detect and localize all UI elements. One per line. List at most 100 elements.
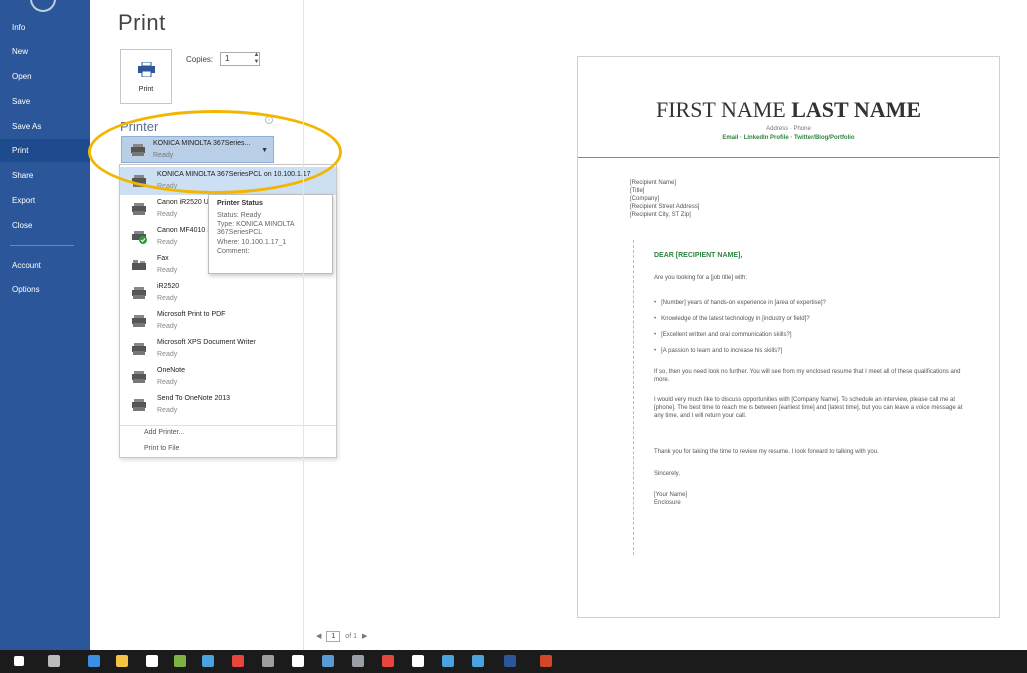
mail-icon[interactable] xyxy=(292,655,304,667)
back-arrow-icon[interactable] xyxy=(30,0,56,12)
add-printer-link[interactable]: Add Printer... xyxy=(144,429,184,436)
letter-paragraph: Thank you for taking the time to review … xyxy=(654,449,879,455)
resume-links: Email · LinkedIn Profile · Twitter/Blog/… xyxy=(722,135,855,141)
word-icon[interactable] xyxy=(504,655,516,667)
sidebar-item-new[interactable]: New xyxy=(0,40,90,63)
printer-status: Ready xyxy=(157,295,178,302)
printer-icon xyxy=(132,371,146,383)
sidebar-item-account[interactable]: Account xyxy=(0,254,90,277)
letter-paragraph: I would very much like to discuss opport… xyxy=(654,397,963,419)
file-explorer-icon[interactable] xyxy=(116,655,128,667)
prev-page-icon[interactable]: ◀ xyxy=(316,633,321,640)
fax-icon xyxy=(132,260,146,270)
letter-enclosure: Enclosure xyxy=(654,500,681,506)
app-icon[interactable] xyxy=(382,655,394,667)
print-button[interactable]: Print xyxy=(120,49,172,104)
powerpoint-icon[interactable] xyxy=(540,655,552,667)
header-rule xyxy=(578,157,999,158)
tooltip-title: Printer Status xyxy=(217,200,263,207)
printer-status: Ready xyxy=(157,183,178,190)
printer-icon xyxy=(132,399,146,411)
network-icon[interactable] xyxy=(472,655,484,667)
letter-closing: Sincerely, xyxy=(654,471,680,477)
letter-signature: [Your Name] xyxy=(654,492,688,498)
copies-spinner-icon[interactable]: ▲ ▼ xyxy=(252,52,261,66)
tooltip-status: Status: Ready xyxy=(217,212,261,219)
bullet-text: [Excellent written and oral communicatio… xyxy=(661,332,792,338)
letter-bullet: • [A passion to learn and to increase his… xyxy=(654,348,783,354)
printer-status: Ready xyxy=(157,211,178,218)
sidebar-item-print[interactable]: Print xyxy=(0,139,90,162)
next-page-icon[interactable]: ▶ xyxy=(362,633,367,640)
printer-status: Ready xyxy=(157,379,178,386)
sidebar-item-open[interactable]: Open xyxy=(0,65,90,88)
sidebar-divider xyxy=(10,245,74,246)
printer-name: Canon iR2520 UFI xyxy=(157,199,215,206)
printer-icon xyxy=(132,203,146,215)
printer-status: Ready xyxy=(157,351,178,358)
app-icon[interactable] xyxy=(174,655,186,667)
printer-name: Microsoft XPS Document Writer xyxy=(157,339,256,346)
tooltip-type: Type: KONICA MINOLTA 367SeriesPCL xyxy=(217,221,295,236)
start-icon[interactable] xyxy=(14,656,24,666)
edge-icon[interactable] xyxy=(88,655,100,667)
printer-name: iR2520 xyxy=(157,283,180,290)
letter-bullet: • [Excellent written and oral communicati… xyxy=(654,332,792,338)
letter-intro: Are you looking for a [job title] with: xyxy=(654,275,748,281)
printer-name: KONICA MINOLTA 367SeriesPCL on 10.100.1.… xyxy=(157,171,311,178)
sidebar-item-close[interactable]: Close xyxy=(0,214,90,237)
printer-select[interactable]: KONICA MINOLTA 367Series... Ready ▼ xyxy=(121,136,274,163)
recipient-line: [Company] xyxy=(630,196,660,202)
selected-printer-name: KONICA MINOLTA 367Series... xyxy=(153,140,251,147)
tooltip-comment: Comment: xyxy=(217,248,250,255)
info-icon[interactable]: i xyxy=(265,116,273,124)
first-name: FIRST NAME xyxy=(655,97,792,122)
app-icon[interactable] xyxy=(352,655,364,667)
printer-section-title: Printer xyxy=(120,119,159,134)
app-icon[interactable] xyxy=(262,655,274,667)
selected-printer-status: Ready xyxy=(153,152,174,159)
print-button-label: Print xyxy=(138,86,154,93)
sidebar-item-export[interactable]: Export xyxy=(0,189,90,212)
recipient-line: [Recipient City, ST Zip] xyxy=(630,212,691,218)
sidebar-item-save[interactable]: Save xyxy=(0,90,90,113)
printer-name: Canon MF4010 Se xyxy=(157,227,216,234)
printer-icon xyxy=(132,315,146,327)
print-to-file-option[interactable]: Print to File xyxy=(144,445,179,452)
sidebar-item-options[interactable]: Options xyxy=(0,278,90,301)
sidebar-item-save-as[interactable]: Save As xyxy=(0,115,90,138)
page-count: of 1 xyxy=(345,633,357,640)
chevron-down-icon: ▼ xyxy=(261,147,268,154)
app-icon[interactable] xyxy=(202,655,214,667)
printer-name: Send To OneNote 2013 xyxy=(157,395,231,402)
printer-name: Fax xyxy=(157,255,169,262)
letter-greeting: DEAR [RECIPIENT NAME], xyxy=(654,252,743,259)
backstage-sidebar: Info New Open Save Save As Print Share E… xyxy=(0,0,90,650)
page-navigation: ◀ 1 of 1 ▶ xyxy=(316,631,367,642)
app-icon[interactable] xyxy=(442,655,454,667)
bullet-text: [A passion to learn and to increase his … xyxy=(661,348,783,354)
resume-name: FIRST NAME LAST NAME xyxy=(578,97,999,123)
app-icon[interactable] xyxy=(322,655,334,667)
margin-guide xyxy=(633,240,634,555)
printer-status: Ready xyxy=(157,407,178,414)
page-number-input[interactable]: 1 xyxy=(326,631,341,642)
document-preview: FIRST NAME LAST NAME Address · Phone Ema… xyxy=(577,56,1000,618)
chrome-icon[interactable] xyxy=(232,655,244,667)
printer-status: Ready xyxy=(157,267,178,274)
page-title: Print xyxy=(118,10,166,35)
sidebar-item-share[interactable]: Share xyxy=(0,164,90,187)
letter-paragraph: If so, then you need look no further. Yo… xyxy=(654,369,961,383)
last-name: LAST NAME xyxy=(791,97,922,122)
recipient-line: [Recipient Name] xyxy=(630,180,677,186)
bullet-text: Knowledge of the latest technology in [i… xyxy=(661,316,810,322)
sidebar-item-info[interactable]: Info xyxy=(0,16,90,39)
store-icon[interactable] xyxy=(146,655,158,667)
copies-label: Copies: xyxy=(186,55,214,64)
printer-icon xyxy=(132,343,146,355)
windows-taskbar xyxy=(0,650,1027,673)
settings-icon[interactable] xyxy=(412,655,424,667)
task-view-icon[interactable] xyxy=(48,655,60,667)
printer-default-check-icon xyxy=(132,231,147,244)
recipient-line: [Recipient Street Address] xyxy=(630,204,700,210)
